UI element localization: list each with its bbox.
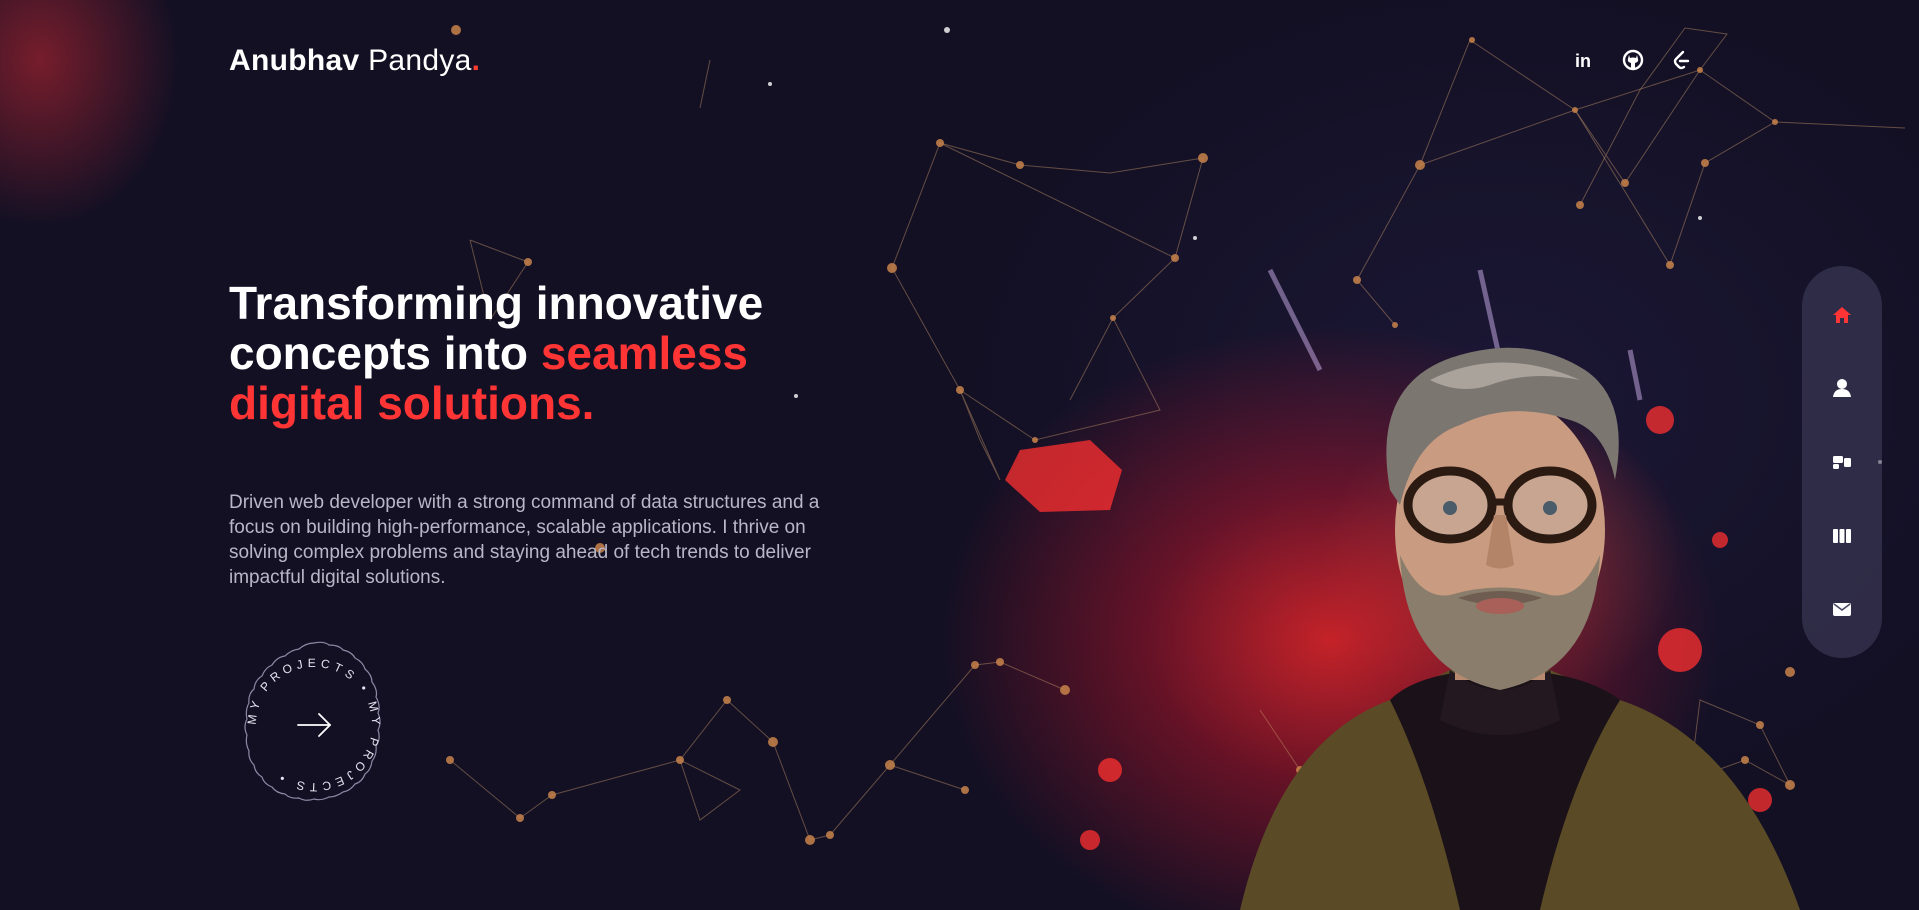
nav-contact[interactable] [1822,589,1862,629]
my-projects-button[interactable]: MY PROJECTS • MY PROJECTS • [229,640,399,810]
logo-dot: . [471,44,481,77]
social-links: in [1573,48,1693,72]
portfolio-icon [1833,528,1851,543]
logo-first-name: Anubhav [229,44,360,77]
hero-description: Driven web developer with a strong comma… [229,492,820,588]
services-icon [1833,455,1851,469]
portrait-illustration [1240,347,1800,910]
mail-icon [1833,603,1851,617]
arrow-right-icon [297,713,332,737]
leetcode-icon[interactable] [1669,48,1693,72]
logo-last-name: Pandya [368,44,472,77]
nav-services[interactable] [1822,442,1862,482]
svg-text:in: in [1575,51,1591,70]
hero-headline: Transforming innovative concepts into se… [229,278,849,428]
side-navigation [1802,266,1882,658]
site-logo[interactable]: Anubhav Pandya. [229,44,480,78]
nav-portfolio[interactable] [1822,516,1862,556]
github-icon[interactable] [1621,48,1645,72]
nav-home[interactable] [1822,295,1862,335]
linkedin-icon[interactable]: in [1573,48,1597,72]
user-icon [1833,379,1851,398]
home-icon [1833,306,1851,323]
nav-about[interactable] [1822,368,1862,408]
